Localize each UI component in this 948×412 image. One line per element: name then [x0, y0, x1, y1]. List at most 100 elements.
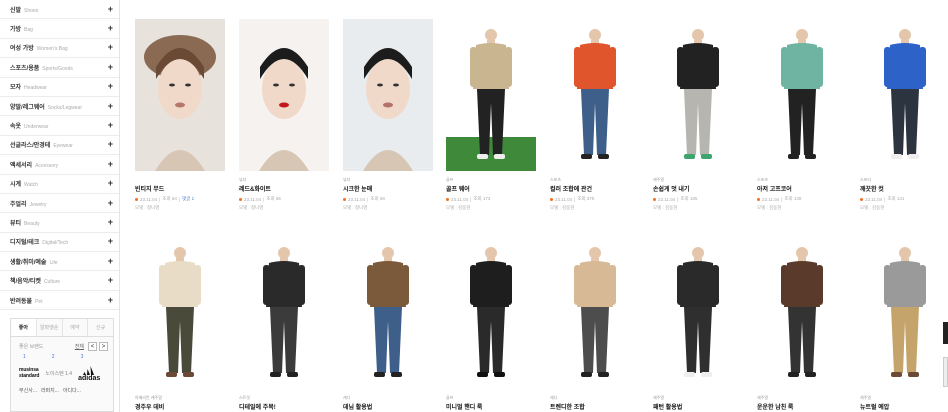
style-card[interactable]: 스포츠 컬러 조합에 관건 23.11.04 | 조회 375 모델 : 김동현 [550, 19, 640, 211]
card-title[interactable]: 트렌디한 조합 [550, 402, 640, 411]
brand-filter-1[interactable]: 무신사... [19, 387, 37, 394]
expand-plus-icon[interactable]: + [108, 82, 113, 91]
expand-plus-icon[interactable]: + [108, 24, 113, 33]
card-title[interactable]: 깨끗한 컷 [860, 184, 948, 193]
style-card[interactable]: 스포티 깨끗한 컷 23.11.04 | 조회 131 모델 : 김동현 [860, 19, 948, 211]
musinsa-standard-logo[interactable]: musinsa standard [19, 367, 39, 379]
style-card[interactable]: 캐주얼 손쉽게 멋 내기 23.11.04 | 조회 185 모델 : 김동현 [653, 19, 743, 211]
style-card[interactable]: 캐주얼패턴 활용법23.11.04|조회 68 [653, 237, 743, 412]
brand-filter-3[interactable]: 아디다... [63, 387, 81, 394]
sidebar-category-item[interactable]: 주얼리 Jewelry + [0, 194, 119, 214]
date-dot-icon [135, 197, 138, 201]
style-card[interactable]: 캐디데님 활용법23.11.04|조회 77 [343, 237, 433, 412]
style-photo-long-coat[interactable] [446, 237, 536, 389]
sidebar-category-item[interactable]: 신발 Shoes + [0, 0, 119, 20]
brand-page-3[interactable]: 3 [81, 354, 84, 360]
brand-all-link[interactable]: 전체 [75, 343, 84, 350]
style-photo-golf-outfit[interactable] [446, 19, 536, 171]
style-photo-checked-jacket[interactable] [653, 237, 743, 389]
sidebar-category-item[interactable]: 뷰티 Beauty + [0, 213, 119, 233]
expand-plus-icon[interactable]: + [108, 237, 113, 246]
brand-page-2[interactable]: 2 [52, 354, 55, 360]
card-title[interactable]: 아저 고프코어 [757, 184, 847, 193]
card-title[interactable]: 골프 웨어 [446, 184, 536, 193]
expand-plus-icon[interactable]: + [108, 276, 113, 285]
style-card[interactable]: 골프미니멀 핸디 룩23.11.04|조회 73 [446, 237, 536, 412]
floating-edge-panel[interactable] [943, 357, 948, 387]
sidebar-category-item[interactable]: 액세서리 Accessory + [0, 155, 119, 175]
sidebar-category-item[interactable]: 생활/취미/예술 Life + [0, 252, 119, 272]
card-title[interactable]: 뉴트럴 예압 [860, 402, 948, 411]
expand-plus-icon[interactable]: + [108, 43, 113, 52]
brand-prev-button[interactable]: < [88, 342, 97, 351]
adidas-logo[interactable]: adidas [78, 365, 100, 382]
sidebar-category-item[interactable]: 양말/레그웨어 Socks/Legwear + [0, 97, 119, 117]
expand-plus-icon[interactable]: + [108, 159, 113, 169]
style-photo-varsity-jacket[interactable] [239, 237, 329, 389]
card-title[interactable]: 운운한 남친 룩 [757, 402, 847, 411]
sidebar-category-item[interactable]: 선글라스/안경테 Eyewear + [0, 136, 119, 156]
expand-plus-icon[interactable]: + [108, 256, 113, 266]
expand-plus-icon[interactable]: + [108, 121, 113, 130]
style-photo-cream-jacket[interactable] [135, 237, 225, 389]
sidebar-category-item[interactable]: 가방 Bag + [0, 19, 119, 39]
sidebar-category-item[interactable]: 모자 Headwear + [0, 78, 119, 97]
style-photo-beige-jacket[interactable] [550, 237, 640, 389]
card-title[interactable]: 경주우 데비 [135, 402, 225, 411]
style-card[interactable]: 스트릿디테일에 주목!23.11.04|조회 88 [239, 237, 329, 412]
card-title[interactable]: 디테일에 주목! [239, 402, 329, 411]
brand-middle-logo[interactable]: 노이스탠 1.4 [45, 370, 72, 377]
style-card[interactable]: 캐주얼뉴트럴 예압23.11.04|조회 60 [860, 237, 948, 412]
brand-page-1[interactable]: 1 [23, 354, 26, 360]
brand-tab-popular[interactable]: 좋아 [11, 319, 37, 336]
brand-next-button[interactable]: > [99, 342, 108, 351]
sidebar-category-item[interactable]: 책/음악/티켓 Culture + [0, 271, 119, 291]
style-photo-portrait-sleek[interactable] [343, 19, 433, 171]
style-card[interactable]: 캐디트렌디한 조합23.11.04|조회 70 [550, 237, 640, 412]
style-card[interactable]: 스포츠 아저 고프코어 23.11.04 | 조회 139 모델 : 김동현 [757, 19, 847, 211]
card-title[interactable]: 데님 활용법 [343, 402, 433, 411]
card-title[interactable]: 시크한 눈매 [343, 184, 433, 193]
style-photo-portrait-red-lips[interactable] [239, 19, 329, 171]
card-title[interactable]: 레드&화이트 [239, 184, 329, 193]
brand-tab-alphabet[interactable]: 알파벳순 [37, 319, 63, 336]
style-photo-grey-puffer[interactable] [860, 237, 948, 389]
brand-filter-2[interactable]: 라퍼지... [41, 387, 59, 394]
expand-plus-icon[interactable]: + [108, 101, 113, 111]
sidebar-category-item[interactable]: 시계 Watch + [0, 175, 119, 194]
style-card[interactable]: 뷰티 시크한 눈매 23.11.04 | 조회 68 모델 : 정나영 [343, 19, 433, 211]
expand-plus-icon[interactable]: + [108, 198, 113, 208]
floating-edge-button[interactable] [943, 322, 948, 344]
sidebar-category-item[interactable]: 스포츠/용품 Sports/Goods + [0, 58, 119, 78]
style-photo-orange-jacket[interactable] [550, 19, 640, 171]
style-photo-mint-puffer[interactable] [757, 19, 847, 171]
style-card[interactable]: 빈티지 무드 23.11.04 | 조회 64 | 댓글 1 모델 : 정나영 [135, 19, 225, 211]
expand-plus-icon[interactable]: + [108, 179, 113, 188]
sidebar-category-item[interactable]: 속옷 Underwear + [0, 116, 119, 136]
style-photo-portrait-fur-hat[interactable] [135, 19, 225, 171]
card-title[interactable]: 패턴 활용법 [653, 402, 743, 411]
expand-plus-icon[interactable]: + [108, 4, 113, 14]
expand-plus-icon[interactable]: + [108, 62, 113, 72]
style-card[interactable]: 캐주얼운운한 남친 룩23.11.04|조회 64 [757, 237, 847, 412]
style-card[interactable]: 골프 골프 웨어 23.11.04 | 조회 173 모델 : 김동현 [446, 19, 536, 211]
brand-tab-new[interactable]: 신규 [88, 319, 113, 336]
card-title[interactable]: 빈티지 무드 [135, 184, 225, 193]
style-photo-blue-jacket[interactable] [860, 19, 948, 171]
card-title[interactable]: 컬러 조합에 관건 [550, 184, 640, 193]
style-photo-black-coat[interactable] [653, 19, 743, 171]
card-comments[interactable]: 댓글 1 [182, 196, 194, 202]
card-title[interactable]: 미니멀 핸디 룩 [446, 402, 536, 411]
expand-plus-icon[interactable]: + [108, 295, 113, 305]
card-title[interactable]: 손쉽게 멋 내기 [653, 184, 743, 193]
expand-plus-icon[interactable]: + [108, 140, 113, 149]
brand-tab-reserve[interactable]: 예약 [63, 319, 89, 336]
style-card[interactable]: 뷰티 레드&화이트 23.11.04 | 조회 55 모델 : 정나영 [239, 19, 329, 211]
style-card[interactable]: 아메리칸 캐주얼경주우 데비23.11.04|조회 96 [135, 237, 225, 412]
sidebar-category-item[interactable]: 반려동물 Pet + [0, 291, 119, 311]
expand-plus-icon[interactable]: + [108, 217, 113, 227]
sidebar-category-item[interactable]: 여성 가방 Women's Bag + [0, 39, 119, 59]
sidebar-category-item[interactable]: 디지털/테크 Digital/Tech + [0, 233, 119, 253]
style-photo-brown-jacket[interactable] [343, 237, 433, 389]
style-photo-brown-varsity[interactable] [757, 237, 847, 389]
